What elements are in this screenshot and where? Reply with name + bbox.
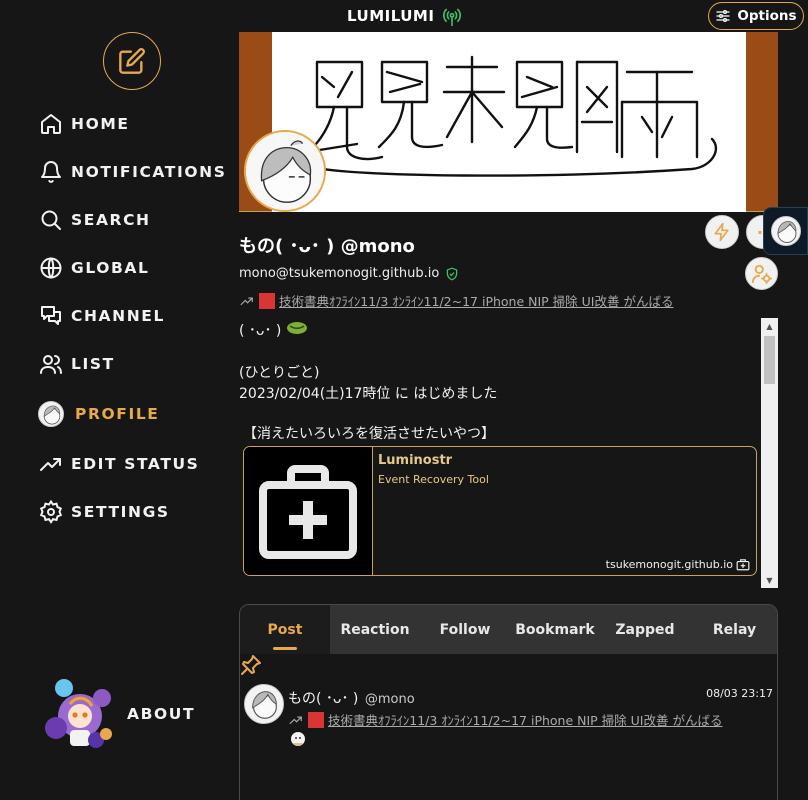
nip05-text: mono@tsukemonogit.github.io (239, 266, 440, 281)
pickle-emoji (286, 322, 307, 334)
sidebar: HOME NOTIFICATIONS SEARCH GLOBAL CHANNEL… (0, 0, 238, 800)
sidebar-item-label: HOME (71, 115, 130, 133)
trend-icon (289, 716, 302, 724)
avatar-icon (38, 401, 64, 427)
status-text: 技術書典ｵﾌﾗｲﾝ11/3 ｵﾝﾗｲﾝ11/2~17 iPhone NIP 掃除… (279, 294, 674, 309)
avatar (770, 216, 801, 246)
tab-follow[interactable]: Follow (420, 605, 510, 654)
channel-icon (38, 303, 64, 329)
zap-button[interactable] (705, 215, 739, 249)
sidebar-item-edit-status[interactable]: EDIT STATUS (38, 449, 199, 479)
trend-icon (38, 451, 64, 477)
ghost-emoji (291, 732, 305, 746)
pin-icon[interactable] (239, 653, 263, 677)
link-description: Event Recovery Tool (378, 473, 489, 486)
note-author-name: もの( ･ᴗ･ ) (288, 691, 359, 707)
note-author-avatar[interactable] (244, 684, 284, 724)
bio-scrollbar[interactable]: ▲ ▼ (761, 318, 778, 588)
gear-icon (38, 499, 64, 525)
bio-line: ( ･ᴗ･ ) (239, 320, 308, 340)
sidebar-item-notifications[interactable]: NOTIFICATIONS (38, 157, 226, 187)
scroll-up-icon[interactable]: ▲ (761, 318, 778, 334)
sidebar-item-label: EDIT STATUS (71, 455, 200, 473)
bio-line: (ひとりごと) (239, 365, 320, 381)
sidebar-item-profile[interactable]: PROFILE (38, 399, 160, 429)
first-aid-kit-icon (259, 465, 357, 559)
link-thumbnail (244, 447, 373, 575)
bio-line: 【消えたいろいろを復活させたいやつ】 (243, 426, 495, 442)
link-preview-card[interactable]: Luminostr Event Recovery Tool tsukemonog… (243, 446, 757, 576)
profile-status[interactable]: 技術書典ｵﾌﾗｲﾝ11/3 ｵﾝﾗｲﾝ11/2~17 iPhone NIP 掃除… (239, 291, 673, 310)
scroll-thumb[interactable] (764, 336, 775, 384)
note-timestamp[interactable]: 08/03 23:17 (706, 687, 773, 700)
bio-line: 2023/02/04(土)17時位 に はじめました (239, 386, 498, 402)
scroll-down-icon[interactable]: ▼ (761, 572, 778, 588)
sidebar-item-home[interactable]: HOME (38, 109, 130, 139)
note-status[interactable]: 技術書典ｵﾌﾗｲﾝ11/3 ｵﾝﾗｲﾝ11/2~17 iPhone NIP 掃除… (288, 710, 722, 729)
note-author-handle: @mono (364, 692, 415, 707)
users-icon (38, 351, 64, 377)
about-link[interactable]: ABOUT (44, 676, 195, 752)
globe-icon (38, 255, 64, 281)
follow-settings-button[interactable] (745, 257, 778, 290)
tab-zapped[interactable]: Zapped (600, 605, 690, 654)
verified-icon (446, 267, 458, 280)
search-icon (38, 207, 64, 233)
status-text: 技術書典ｵﾌﾗｲﾝ11/3 ｵﾝﾗｲﾝ11/2~17 iPhone NIP 掃除… (328, 713, 723, 728)
sidebar-item-label: LIST (71, 355, 115, 373)
tab-relay[interactable]: Relay (690, 605, 777, 654)
home-icon (38, 111, 64, 137)
relay-connected-icon (442, 8, 462, 27)
sidebar-item-label: PROFILE (75, 405, 160, 423)
user-settings-icon (751, 264, 772, 284)
options-button[interactable]: Options (708, 2, 804, 30)
sidebar-item-settings[interactable]: SETTINGS (38, 497, 170, 527)
about-label: ABOUT (127, 705, 196, 723)
app-title: LUMILUMI (347, 7, 435, 25)
tab-bookmark[interactable]: Bookmark (510, 605, 600, 654)
link-domain: tsukemonogit.github.io (606, 558, 750, 571)
profile-avatar[interactable] (244, 130, 326, 212)
edit-icon (119, 48, 145, 74)
nip05-address: mono@tsukemonogit.github.io (239, 266, 459, 281)
profile-display-name: もの( ･ᴗ･ ) @mono (239, 236, 415, 257)
bell-icon (38, 159, 64, 185)
sidebar-item-list[interactable]: LIST (38, 349, 115, 379)
options-label: Options (737, 8, 797, 24)
sidebar-item-label: CHANNEL (71, 307, 165, 325)
handwriting-image (302, 55, 718, 177)
note-author[interactable]: もの( ･ᴗ･ ) @mono (288, 688, 415, 708)
link-title: Luminostr (378, 453, 453, 468)
sidebar-item-label: SEARCH (71, 211, 151, 229)
avatar (38, 401, 64, 427)
tab-reaction[interactable]: Reaction (330, 605, 420, 654)
status-badge-icon (259, 292, 275, 309)
compose-button[interactable] (103, 32, 161, 90)
sidebar-item-global[interactable]: GLOBAL (38, 253, 150, 283)
favicon-icon (736, 559, 750, 571)
tab-post[interactable]: Post (240, 605, 330, 654)
sidebar-item-label: NOTIFICATIONS (71, 163, 227, 181)
sidebar-item-channel[interactable]: CHANNEL (38, 301, 165, 331)
trend-icon (240, 297, 253, 305)
sliders-icon (716, 10, 731, 22)
avatar-image (246, 132, 324, 210)
profile-tabs: Post Reaction Follow Bookmark Zapped Rel… (240, 605, 777, 654)
sidebar-item-search[interactable]: SEARCH (38, 205, 151, 235)
sidebar-item-label: SETTINGS (71, 503, 170, 521)
mascot-image (45, 679, 112, 748)
lightning-icon (714, 222, 729, 242)
sidebar-item-label: GLOBAL (71, 259, 150, 277)
floating-account-panel[interactable] (763, 207, 808, 255)
banner-image (272, 32, 746, 212)
status-badge-icon (308, 711, 324, 728)
